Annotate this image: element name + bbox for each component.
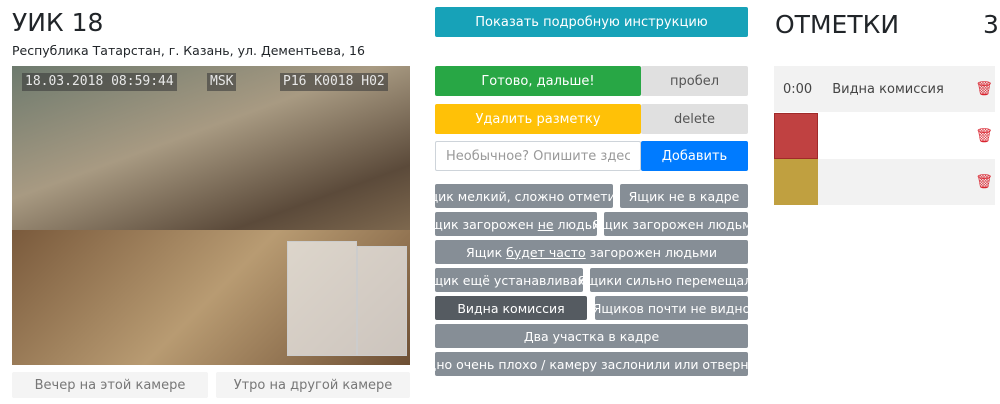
label: Ящик (466, 244, 507, 260)
marks-title: ОТМЕТКИ (775, 10, 900, 39)
tag-box-blocked-not-people[interactable]: Ящик загорожен не людьми (422, 212, 610, 236)
label: Ящик загорожен (422, 216, 538, 232)
marks-count: 3 (983, 10, 999, 39)
trash-icon[interactable]: 🗑 (975, 174, 993, 190)
video-camera-code: P16 K0018 H02 (280, 73, 388, 91)
tag-small-box[interactable]: Ящик мелкий, сложно отметить (418, 184, 630, 208)
mark-row: 🗑 (774, 113, 995, 159)
tag-commission-visible[interactable]: Видна комиссия (435, 296, 587, 320)
done-key-hint: пробел (641, 66, 748, 96)
mark-label: Видна комиссия (832, 81, 944, 97)
ballot-box (357, 246, 407, 356)
video-timezone: MSK (207, 73, 237, 91)
morning-other-camera-button[interactable]: Утро на другой камере (216, 372, 410, 398)
video-timestamp: 18.03.2018 08:59:44 (22, 73, 177, 91)
tag-bad-visibility[interactable]: Видно очень плохо / камеру заслонили или… (411, 352, 772, 376)
mark-color-swatch (774, 113, 818, 159)
address: Республика Татарстан, г. Казань, ул. Дем… (12, 43, 365, 58)
done-button[interactable]: Готово, дальше! (435, 66, 641, 96)
label-emphasis: будет часто (506, 244, 586, 260)
mark-row: 0:00 Видна комиссия 🗑 (774, 66, 995, 112)
clear-key-hint: delete (641, 104, 748, 134)
tag-box-not-in-frame[interactable]: Ящик не в кадре (620, 184, 748, 208)
instructions-button[interactable]: Показать подробную инструкцию (435, 7, 748, 37)
label: загорожен людьми (585, 244, 717, 260)
add-button[interactable]: Добавить (641, 141, 748, 171)
tag-boxes-barely-visible[interactable]: Ящиков почти не видно (593, 296, 750, 320)
mark-row: 🗑 (774, 159, 995, 205)
ballot-box (287, 241, 357, 356)
clear-button[interactable]: Удалить разметку (435, 104, 641, 134)
trash-icon[interactable]: 🗑 (975, 128, 993, 144)
custom-tag-input[interactable] (435, 141, 641, 171)
tag-boxes-moved[interactable]: Ящики сильно перемещали (578, 268, 760, 292)
camera-video[interactable]: 18.03.2018 08:59:44 MSK P16 K0018 H02 (12, 66, 410, 365)
tag-two-stations[interactable]: Два участка в кадре (435, 324, 748, 348)
evening-camera-button[interactable]: Вечер на этой камере (12, 372, 208, 398)
mark-color-swatch (774, 159, 818, 205)
page-title: УИК 18 (12, 8, 104, 37)
mark-time: 0:00 (783, 81, 813, 97)
tag-box-often-blocked[interactable]: Ящик будет часто загорожен людьми (435, 240, 748, 264)
label-emphasis: не (537, 216, 554, 232)
tag-box-blocked-people[interactable]: Ящик загорожен людьми (592, 212, 760, 236)
tag-box-being-installed[interactable]: Ящик ещё устанавливают (423, 268, 595, 292)
trash-icon[interactable]: 🗑 (975, 81, 993, 97)
